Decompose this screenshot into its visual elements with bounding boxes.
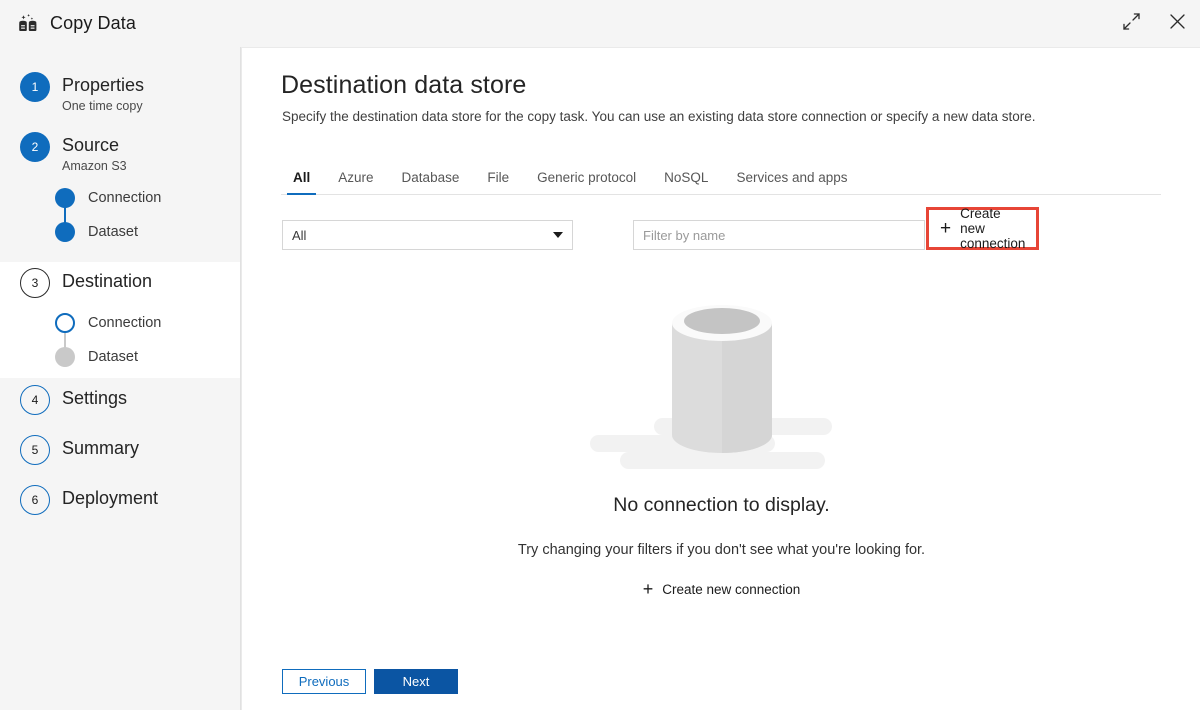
substep-label: Dataset	[88, 349, 138, 365]
tab-database[interactable]: Database	[388, 170, 474, 194]
copy-data-wizard: Copy Data	[0, 0, 1200, 710]
substep-status-dot	[55, 188, 75, 208]
main-panel: Destination data store Specify the desti…	[241, 47, 1200, 710]
step-title: Properties	[62, 74, 144, 96]
maximize-icon	[1122, 12, 1141, 36]
empty-state-create-label: Create new connection	[662, 582, 800, 597]
substep-label: Connection	[88, 190, 161, 206]
substep-status-dot	[55, 313, 75, 333]
substep-label: Connection	[88, 315, 161, 331]
tab-nosql[interactable]: NoSQL	[650, 170, 722, 194]
sidebar-step-destination[interactable]: 3 Destination Connection Dataset	[0, 262, 240, 378]
category-select[interactable]: All	[282, 220, 573, 250]
step-title: Summary	[62, 437, 139, 459]
step-number-badge: 1	[20, 72, 50, 102]
step-title: Source	[62, 134, 127, 156]
tab-generic-protocol[interactable]: Generic protocol	[523, 170, 650, 194]
sidebar-step-summary[interactable]: 5 Summary	[0, 435, 240, 465]
close-icon	[1168, 12, 1187, 36]
sidebar-step-properties[interactable]: 1 Properties One time copy	[0, 72, 240, 113]
sidebar-substep-source-connection[interactable]: Connection	[55, 181, 240, 215]
substep-list: Connection Dataset	[55, 181, 240, 249]
sidebar-substep-destination-dataset[interactable]: Dataset	[55, 340, 240, 374]
step-number-badge: 4	[20, 385, 50, 415]
step-title: Destination	[62, 270, 152, 292]
create-new-connection-button[interactable]: + Create new connection	[936, 215, 1029, 241]
window-title: Copy Data	[50, 13, 136, 34]
name-filter-input[interactable]	[633, 220, 925, 250]
empty-state-subtitle: Try changing your filters if you don't s…	[242, 542, 1200, 558]
category-select-value: All	[292, 228, 553, 243]
sidebar-step-source[interactable]: 2 Source Amazon S3 Connection Dataset	[0, 132, 240, 249]
step-title: Deployment	[62, 487, 158, 509]
window-controls	[1108, 0, 1200, 47]
sidebar-substep-destination-connection[interactable]: Connection	[55, 306, 240, 340]
create-connection-highlight: + Create new connection	[926, 207, 1039, 250]
sidebar-substep-source-dataset[interactable]: Dataset	[55, 215, 240, 249]
step-number-badge: 5	[20, 435, 50, 465]
tab-azure[interactable]: Azure	[324, 170, 387, 194]
plus-icon: +	[643, 580, 654, 598]
step-number-badge: 3	[20, 268, 50, 298]
sidebar-step-deployment[interactable]: 6 Deployment	[0, 485, 240, 515]
category-tabs: All Azure Database File Generic protocol…	[281, 160, 1161, 195]
copy-data-icon	[16, 12, 40, 36]
page-title: Destination data store	[281, 71, 526, 100]
substep-status-dot	[55, 347, 75, 367]
database-cylinder-illustration	[242, 293, 1200, 478]
chevron-down-icon	[553, 232, 563, 238]
step-subtitle: One time copy	[62, 99, 144, 113]
substep-list: Connection Dataset	[55, 306, 240, 374]
maximize-button[interactable]	[1108, 0, 1154, 47]
step-title: Settings	[62, 387, 127, 409]
plus-icon: +	[940, 219, 951, 238]
tab-services-and-apps[interactable]: Services and apps	[722, 170, 861, 194]
next-button[interactable]: Next	[374, 669, 458, 694]
wizard-footer: Previous Next	[282, 669, 458, 694]
step-number-badge: 2	[20, 132, 50, 162]
close-button[interactable]	[1154, 0, 1200, 47]
substep-status-dot	[55, 222, 75, 242]
empty-state: No connection to display. Try changing y…	[242, 293, 1200, 600]
wizard-sidebar: 1 Properties One time copy 2 Source Amaz…	[0, 47, 241, 710]
substep-label: Dataset	[88, 224, 138, 240]
create-new-connection-label: Create new connection	[960, 206, 1025, 251]
window-titlebar: Copy Data	[0, 0, 1200, 47]
tab-all[interactable]: All	[279, 170, 324, 194]
step-number-badge: 6	[20, 485, 50, 515]
step-subtitle: Amazon S3	[62, 159, 127, 173]
page-subtitle: Specify the destination data store for t…	[282, 109, 1035, 124]
previous-button[interactable]: Previous	[282, 669, 366, 694]
tab-file[interactable]: File	[473, 170, 523, 194]
empty-state-title: No connection to display.	[242, 494, 1200, 517]
empty-state-create-connection-button[interactable]: + Create new connection	[643, 580, 801, 598]
sidebar-step-settings[interactable]: 4 Settings	[0, 385, 240, 415]
